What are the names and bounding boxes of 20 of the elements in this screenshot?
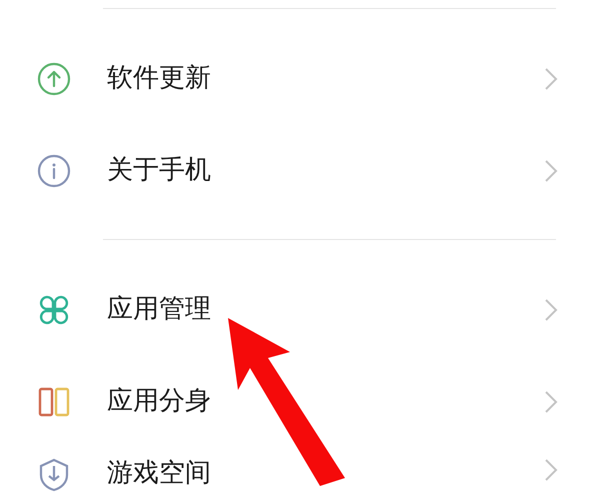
settings-row[interactable]: 应用管理	[0, 264, 590, 356]
setting-label: 应用管理	[107, 294, 212, 326]
setting-label: 关于手机	[107, 155, 212, 187]
settings-row[interactable]: 应用分身	[0, 356, 590, 448]
clover-icon	[37, 293, 71, 327]
chevron-right-icon[interactable]	[544, 390, 558, 414]
settings-row[interactable]: 游戏空间	[0, 448, 590, 492]
settings-row[interactable]: 关于手机	[0, 125, 590, 217]
columns-icon	[37, 385, 71, 419]
chevron-right-icon[interactable]	[544, 458, 558, 482]
setting-label: 游戏空间	[107, 458, 212, 490]
chevron-right-icon[interactable]	[544, 298, 558, 322]
setting-label: 软件更新	[107, 63, 212, 95]
chevron-right-icon[interactable]	[544, 159, 558, 183]
settings-row[interactable]: 软件更新	[0, 33, 590, 125]
setting-label: 应用分身	[107, 386, 212, 418]
shield-icon	[37, 458, 71, 492]
upload-icon	[37, 62, 71, 96]
chevron-right-icon[interactable]	[544, 67, 558, 91]
info-icon	[37, 154, 71, 188]
